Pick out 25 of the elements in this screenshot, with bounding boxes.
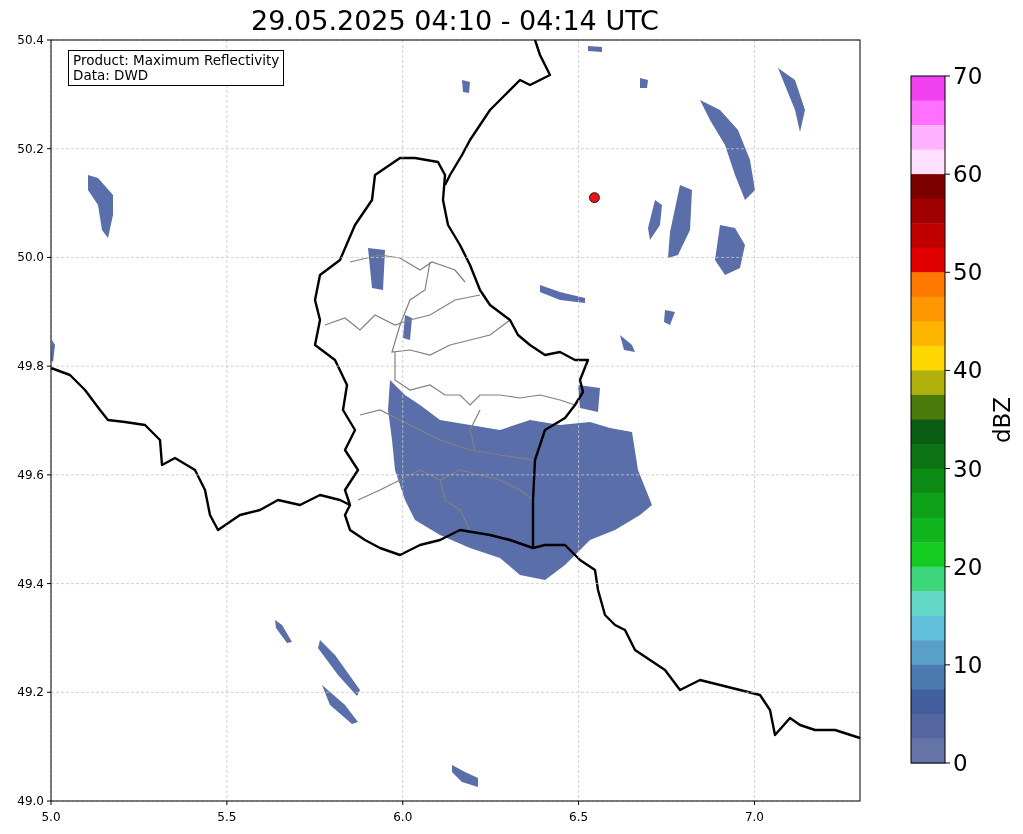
axis-tick-label: 49.0 [17,794,44,808]
colorbar-tick-label: 0 [953,750,968,776]
colorbar-tick-label: 50 [953,259,983,286]
axis-tick-label: 5.0 [41,810,61,824]
axis-tick-label: 49.4 [17,576,44,591]
axis-tick-label: 49.6 [17,467,44,482]
chart-title: 29.05.2025 04:10 - 04:14 UTC [250,4,660,30]
colorbar-tick-label: 40 [953,357,983,384]
axis-tick-label: 50.2 [17,141,44,156]
colorbar-tick-label: 10 [953,651,983,678]
axis-tick-label: 6.5 [569,810,589,824]
colorbar-tick-label: 20 [953,553,983,580]
colorbar-tick-label: 60 [953,161,983,188]
axis-tick-label: 50.4 [17,33,44,47]
axis-tick-label: 7.0 [744,810,765,824]
axis-tick-label: 49.8 [17,359,44,374]
info-text: Data: DWD [73,68,150,83]
axis-tick-label: 5.5 [217,810,237,824]
colorbar-tick-label: 30 [953,455,983,482]
info-text: Product: Maximum Reflectivity [73,53,280,68]
colorbar-tick-label: 70 [953,63,983,89]
axis-tick-label: 50.0 [17,250,44,265]
axis-tick-label: 6.0 [393,810,413,824]
colorbar-label: dBZ [989,396,1015,444]
axis-tick-label: 49.2 [17,685,44,700]
